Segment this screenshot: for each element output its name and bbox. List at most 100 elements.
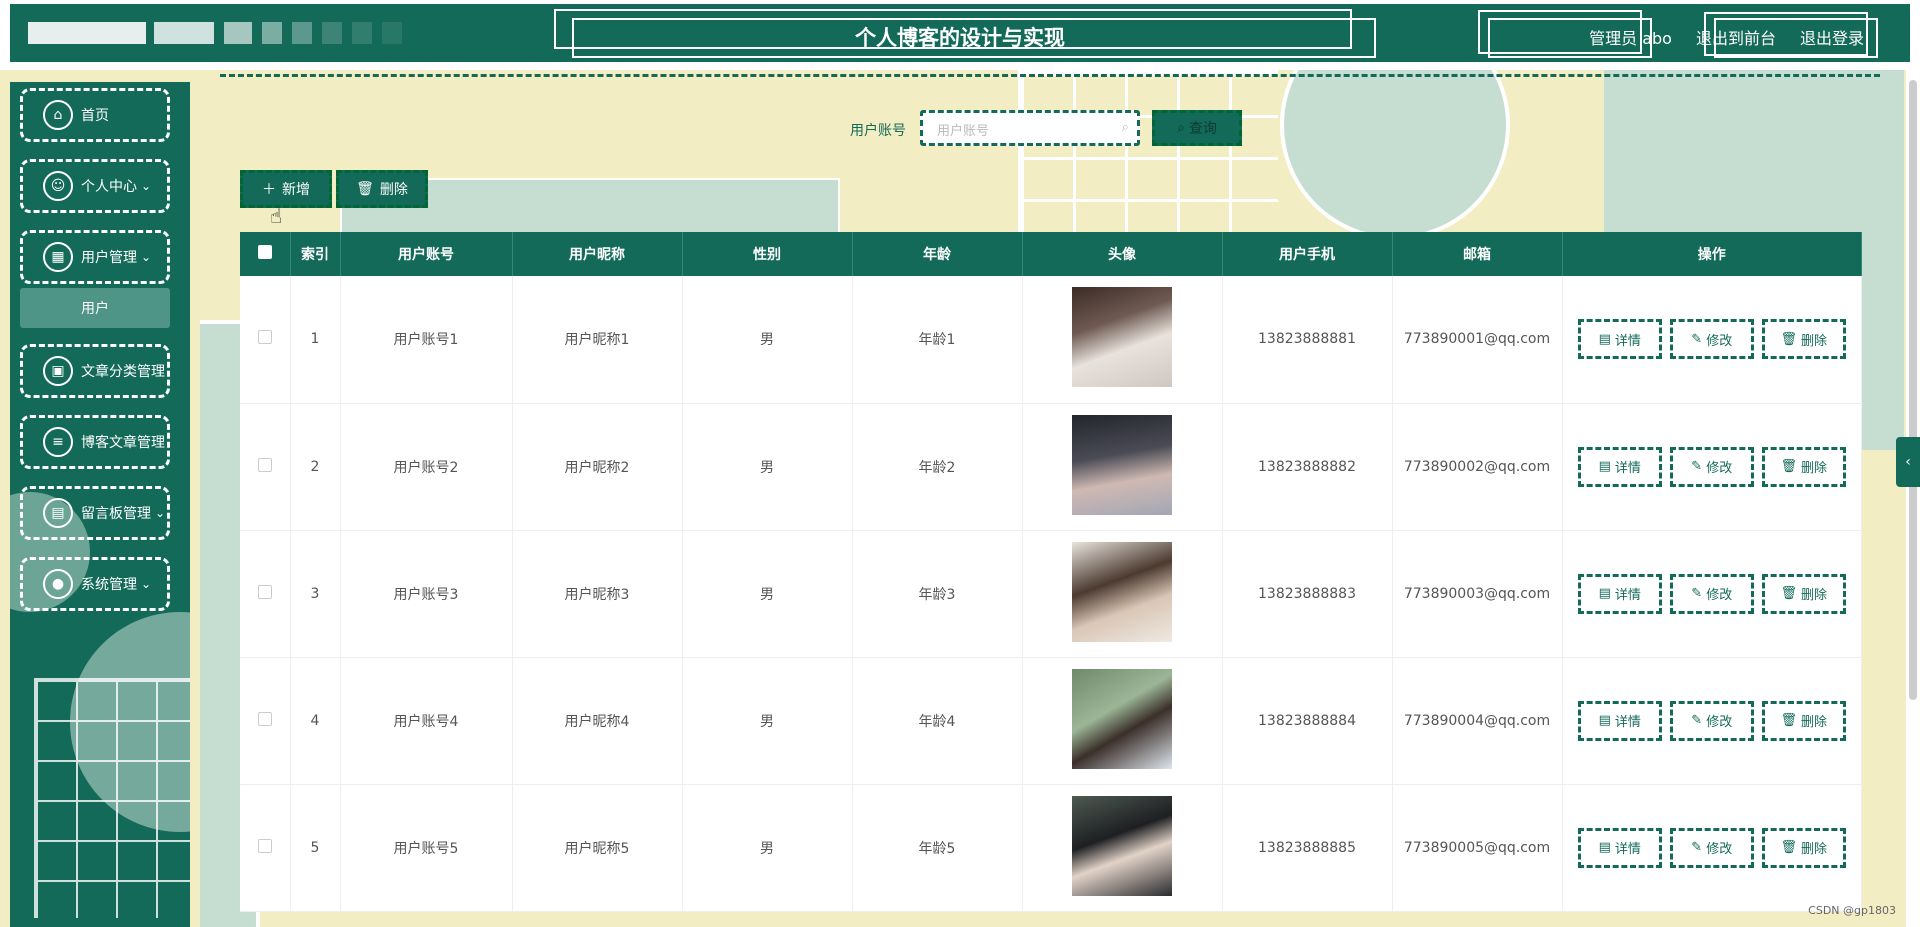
logout-link[interactable]: 退出登录 [1800,25,1864,49]
row-select[interactable] [240,403,291,531]
avatar[interactable] [1072,287,1172,388]
cell-phone: 13823888884 [1222,657,1393,785]
sidebar-item-label: 首页 [81,108,109,124]
front-link[interactable]: 退出到前台 [1696,25,1776,49]
row-select[interactable] [240,657,291,785]
add-button[interactable]: ＋ 新增 [240,170,332,208]
watermark: CSDN @gp1803 [1808,904,1896,917]
column-header: 头像 [1022,232,1223,276]
row-checkbox[interactable] [257,584,272,599]
edit-button[interactable]: ✎ 修改 [1669,573,1754,614]
search-input[interactable]: 用户账号 ⌕ [920,110,1140,146]
sidebar-item-system[interactable]: ● 系统管理 ⌄ [20,557,170,611]
detail-button[interactable]: ▤ 详情 [1577,827,1662,868]
pencil-icon: ✎ [1691,713,1703,728]
cell-actions: ▤ 详情 ✎ 修改 🗑 删除 [1562,403,1862,531]
search-icon: ⌕ [1121,120,1129,135]
edit-button[interactable]: ✎ 修改 [1669,700,1754,741]
cell-account: 用户账号3 [340,530,513,658]
query-button[interactable]: ⌕ 查询 [1152,110,1242,146]
edit-button[interactable]: ✎ 修改 [1669,319,1754,360]
detail-button[interactable]: ▤ 详情 [1577,573,1662,614]
bulk-delete-button[interactable]: 🗑 删除 [336,170,428,208]
row-select[interactable] [240,784,291,912]
vertical-scrollbar[interactable] [1906,70,1920,927]
row-checkbox[interactable] [257,838,272,853]
grid-decoration [34,678,190,918]
detail-button[interactable]: ▤ 详情 [1577,446,1662,487]
column-header: 索引 [290,232,341,276]
column-header: 性别 [682,232,853,276]
detail-label: 详情 [1614,842,1641,857]
avatar[interactable] [1072,795,1172,896]
list-icon: ≡ [43,427,73,457]
row-select[interactable] [240,530,291,658]
row-select[interactable] [240,276,291,404]
sidebar-item-user-management[interactable]: ▦ 用户管理 ⌄ [20,230,170,284]
table-row: 3 用户账号3 用户昵称3 男 年龄3 13823888883 77389000… [240,530,1862,658]
avatar[interactable] [1072,668,1172,769]
row-checkbox[interactable] [257,711,272,726]
select-all-cell[interactable] [240,232,291,276]
delete-button[interactable]: 🗑 删除 [1761,700,1846,741]
collapse-panel-button[interactable]: ‹ [1896,437,1920,487]
delete-button[interactable]: 🗑 删除 [1761,573,1846,614]
sidebar-item-home[interactable]: ⌂ 首页 [20,88,170,142]
pencil-icon: ✎ [1691,331,1703,347]
sidebar-item-article-category[interactable]: ▣ 文章分类管理 [20,344,170,398]
detail-button[interactable]: ▤ 详情 [1577,700,1662,741]
cell-phone: 13823888883 [1222,530,1393,658]
trash-icon: 🗑 [1780,459,1797,474]
delete-label: 删除 [1801,842,1828,857]
cell-age: 年龄3 [852,530,1023,658]
settings-icon: ● [43,569,73,599]
pencil-icon: ✎ [1691,459,1703,474]
sidebar-subitem-user[interactable]: 用户 [20,288,170,328]
home-icon: ⌂ [43,100,73,130]
search-placeholder: 用户账号 [937,124,990,139]
column-header: 用户账号 [340,232,513,276]
document-icon: ▤ [1598,713,1611,728]
detail-label: 详情 [1614,333,1641,349]
cell-actions: ▤ 详情 ✎ 修改 🗑 删除 [1562,657,1862,785]
cell-gender: 男 [682,784,853,912]
detail-button[interactable]: ▤ 详情 [1577,319,1662,360]
cell-actions: ▤ 详情 ✎ 修改 🗑 删除 [1562,530,1862,658]
cell-actions: ▤ 详情 ✎ 修改 🗑 删除 [1562,276,1862,404]
cell-index: 3 [290,530,341,658]
select-all-checkbox[interactable] [257,245,272,259]
cell-avatar [1022,657,1223,785]
plus-icon: ＋ [262,182,276,198]
cell-account: 用户账号5 [340,784,513,912]
avatar[interactable] [1072,541,1172,642]
edit-button[interactable]: ✎ 修改 [1669,446,1754,487]
top-header: 个人博客的设计与实现 管理员 abo 退出到前台 退出登录 [0,0,1920,70]
sidebar-item-message-board[interactable]: ▤ 留言板管理 ⌄ [20,486,170,540]
chevron-down-icon: ⌄ [155,506,166,520]
delete-button[interactable]: 🗑 删除 [1761,319,1846,360]
cell-avatar [1022,530,1223,658]
trash-icon: 🗑 [1780,840,1797,855]
cell-account: 用户账号4 [340,657,513,785]
row-checkbox[interactable] [257,330,272,345]
table-row: 5 用户账号5 用户昵称5 男 年龄5 13823888885 77389000… [240,784,1862,912]
document-icon: ▤ [1598,840,1611,855]
table-row: 1 用户账号1 用户昵称1 男 年龄1 13823888881 77389000… [240,276,1862,404]
delete-button[interactable]: 🗑 删除 [1761,827,1846,868]
sidebar-item-label: 系统管理 [81,577,137,593]
delete-label: 删除 [1801,588,1828,603]
sidebar-item-blog-article[interactable]: ≡ 博客文章管理 [20,415,170,469]
row-checkbox[interactable] [257,457,272,472]
delete-label: 删除 [1801,461,1828,476]
sidebar-item-personal-center[interactable]: ☺ 个人中心 ⌄ [20,159,170,213]
bg-grid [1018,70,1278,240]
cell-nickname: 用户昵称3 [512,530,683,658]
trash-icon: 🗑 [1780,331,1797,347]
cell-avatar [1022,403,1223,531]
delete-button[interactable]: 🗑 删除 [1761,446,1846,487]
scrollbar-thumb[interactable] [1909,80,1917,700]
avatar[interactable] [1072,414,1172,515]
edit-button[interactable]: ✎ 修改 [1669,827,1754,868]
edit-label: 修改 [1706,842,1733,857]
cell-phone: 13823888882 [1222,403,1393,531]
